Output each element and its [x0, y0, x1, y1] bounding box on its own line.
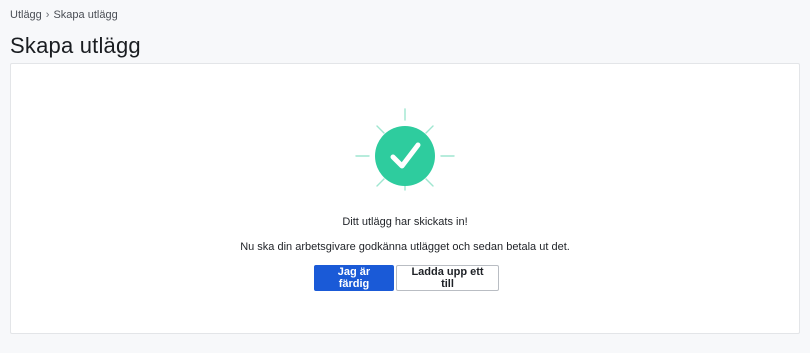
confirmation-description: Nu ska din arbetsgivare godkänna utlägge… — [240, 241, 570, 253]
breadcrumb-separator-icon: › — [45, 9, 50, 21]
action-buttons: Jag är färdig Ladda upp ett till — [314, 265, 499, 291]
success-circle — [375, 126, 435, 186]
done-button[interactable]: Jag är färdig — [314, 265, 394, 291]
confirmation-card: Ditt utlägg har skickats in! Nu ska din … — [10, 63, 800, 334]
page-title: Skapa utlägg — [10, 33, 141, 58]
breadcrumb: Utlägg › Skapa utlägg — [10, 9, 118, 21]
breadcrumb-current: Skapa utlägg — [53, 9, 118, 21]
upload-another-button[interactable]: Ladda upp ett till — [396, 265, 499, 291]
confirmation-heading: Ditt utlägg har skickats in! — [342, 216, 468, 228]
breadcrumb-link-expenses[interactable]: Utlägg — [10, 9, 42, 21]
checkmark-circle-icon — [355, 108, 455, 191]
